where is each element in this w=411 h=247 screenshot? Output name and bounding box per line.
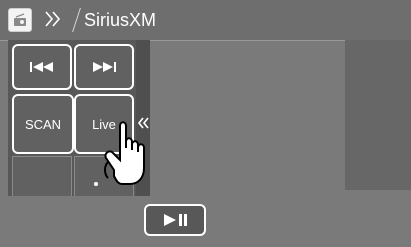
radio-source-icon[interactable] [8,8,32,32]
previous-button[interactable] [12,44,72,90]
page-indicator-dot [94,182,98,186]
screen: SiriusXM SCAN Live [0,0,411,247]
double-chevron-right-icon[interactable] [40,6,68,32]
scan-button[interactable]: SCAN [12,94,74,154]
skip-next-icon [93,62,116,72]
play-pause-button[interactable] [144,204,206,236]
next-button[interactable] [74,44,134,90]
header: SiriusXM [0,0,411,41]
scan-label: SCAN [24,116,62,132]
content-area [345,40,411,190]
skip-previous-icon [30,62,53,72]
header-separator [72,8,81,32]
page-title: SiriusXM [84,10,157,30]
hand-pointer-icon [100,102,172,202]
play-pause-icon [164,214,187,226]
